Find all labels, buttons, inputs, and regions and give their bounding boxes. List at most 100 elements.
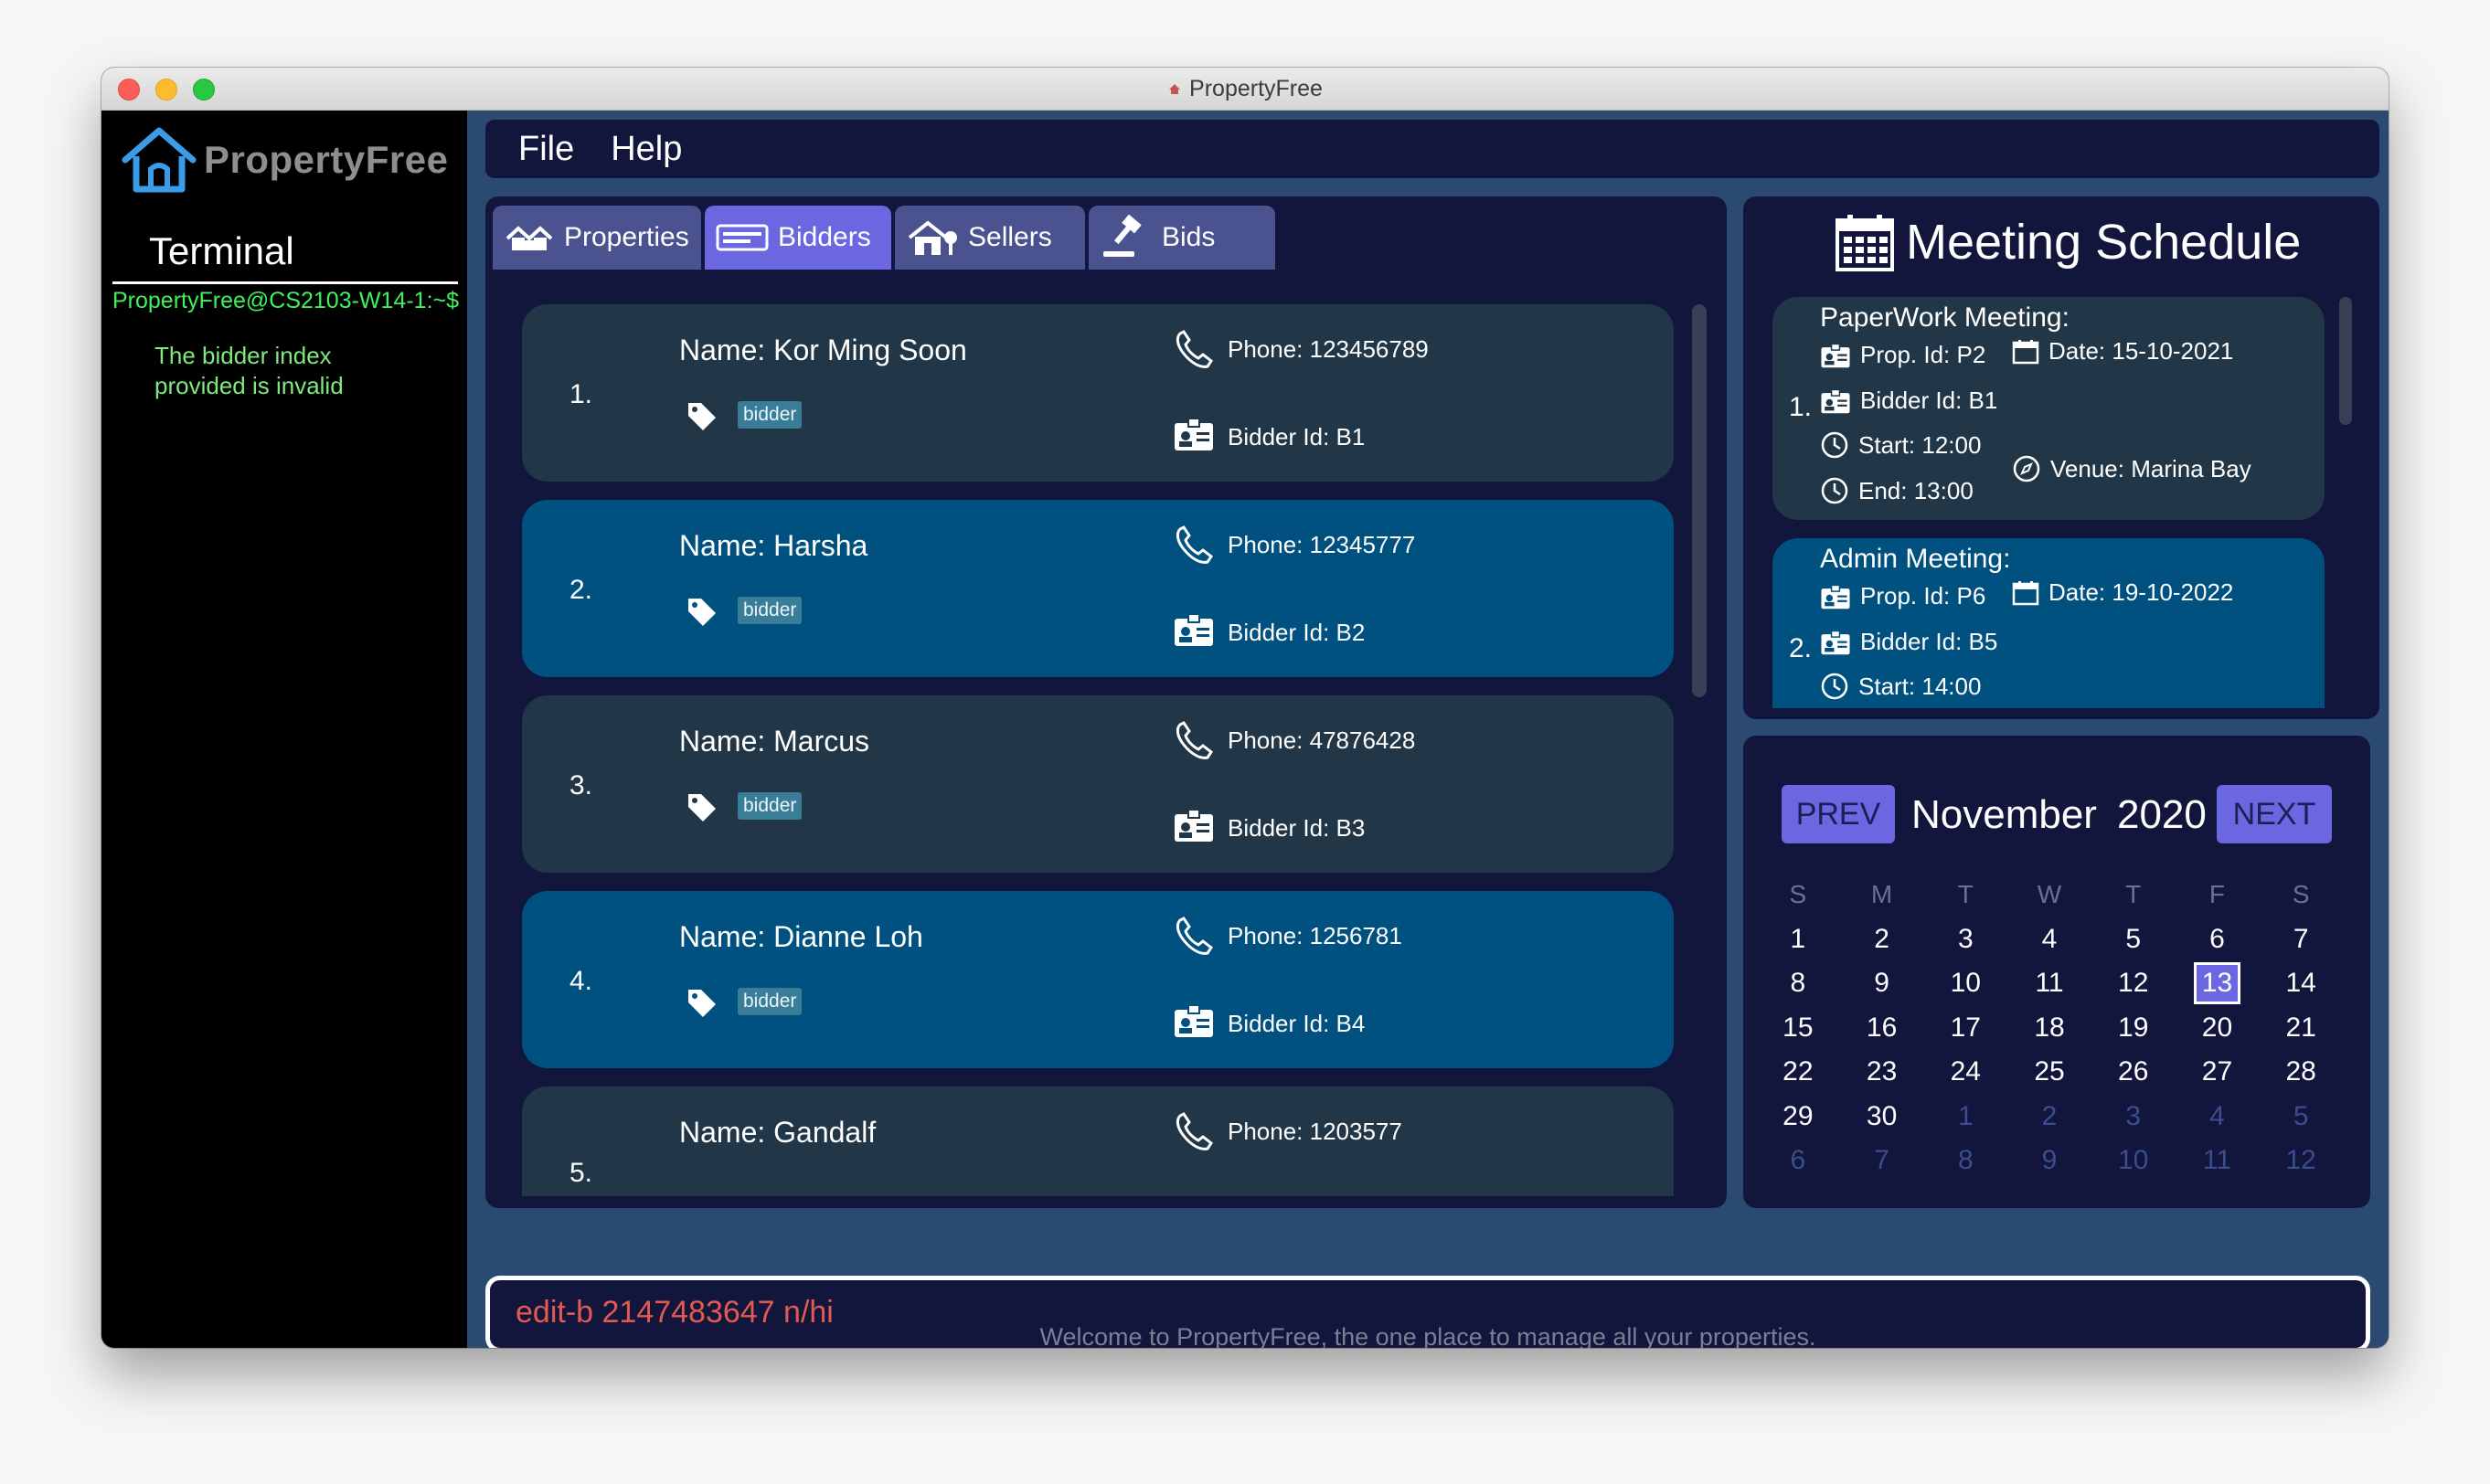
tab-properties[interactable]: Properties — [493, 206, 701, 270]
meeting-venue: Venue: Marina Bay — [2012, 454, 2251, 483]
weekday-label: M — [1870, 880, 1893, 909]
meeting-prop-id-text: Prop. Id: P6 — [1860, 582, 1986, 610]
window-title-text: PropertyFree — [1189, 75, 1323, 101]
meeting-card[interactable]: Admin Meeting: 2. Prop. Id: P6 Date: 19-… — [1772, 538, 2325, 708]
calendar-day[interactable]: 22 — [1756, 1056, 1840, 1087]
weekday-label: F — [2208, 880, 2225, 909]
calendar-day-other-month[interactable]: 1 — [1923, 1101, 2007, 1132]
calendar-day[interactable]: 27 — [2176, 1056, 2260, 1087]
close-window-button[interactable] — [118, 79, 140, 101]
calendar-day[interactable]: 21 — [2259, 1012, 2343, 1044]
bidder-tag: bidder — [738, 597, 803, 624]
calendar-day-other-month[interactable]: 10 — [2091, 1145, 2176, 1176]
meeting-bidder-id: Bidder Id: B5 — [1820, 628, 1997, 656]
calendar-day[interactable]: 29 — [1756, 1101, 1840, 1132]
terminal-title: Terminal — [149, 229, 294, 272]
phone-icon — [1176, 1112, 1214, 1150]
calendar-day[interactable]: 30 — [1840, 1101, 1924, 1132]
meeting-list-scrollbar[interactable] — [2339, 297, 2352, 425]
calendar-day-other-month[interactable]: 3 — [2091, 1101, 2176, 1132]
calendar-day[interactable]: 6 — [2176, 924, 2260, 955]
calendar-day-today[interactable]: 13 — [2176, 962, 2260, 1005]
calendar-day[interactable]: 23 — [1840, 1056, 1924, 1087]
calendar-week: 15 16 17 18 19 20 21 — [1756, 1006, 2343, 1051]
bidder-list-scrollbar[interactable] — [1692, 304, 1707, 697]
window-controls — [118, 79, 215, 101]
tag-icon — [688, 990, 716, 1017]
calendar-day[interactable]: 14 — [2259, 968, 2343, 999]
weekday-label: S — [2292, 880, 2310, 909]
calendar-day[interactable]: 18 — [2007, 1012, 2091, 1044]
calendar-day-other-month[interactable]: 12 — [2259, 1145, 2343, 1176]
calendar-grid: S M T W T F S 1 2 3 4 5 6 7 8 9 10 11 12… — [1756, 873, 2343, 1183]
calendar-day[interactable]: 12 — [2091, 968, 2176, 999]
calendar-day[interactable]: 25 — [2007, 1056, 2091, 1087]
bidder-list[interactable]: 1. Name: Kor Ming Soon bidder Phone: 123… — [522, 304, 1674, 1196]
window-title: PropertyFree — [1167, 76, 1323, 102]
calendar-day[interactable]: 9 — [1840, 968, 1924, 999]
calendar-day[interactable]: 7 — [2259, 924, 2343, 955]
calendar-day[interactable]: 28 — [2259, 1056, 2343, 1087]
next-month-button[interactable]: NEXT — [2217, 785, 2332, 843]
meeting-card[interactable]: PaperWork Meeting: 1. Prop. Id: P2 Date:… — [1772, 297, 2325, 520]
compass-icon — [2013, 455, 2040, 482]
calendar-day-other-month[interactable]: 4 — [2176, 1101, 2260, 1132]
terminal-message-line: The bidder index — [154, 342, 332, 369]
bidder-card[interactable]: 1. Name: Kor Ming Soon bidder Phone: 123… — [522, 304, 1674, 482]
prev-month-button[interactable]: PREV — [1782, 785, 1895, 843]
calendar-day[interactable]: 17 — [1923, 1012, 2007, 1044]
calendar-day[interactable]: 5 — [2091, 924, 2176, 955]
bidder-card[interactable]: 5. Name: Gandalf Phone: 1203577 — [522, 1086, 1674, 1196]
calendar-day[interactable]: 8 — [1756, 968, 1840, 999]
calendar-day[interactable]: 26 — [2091, 1056, 2176, 1087]
bidder-phone: Phone: 1256781 — [1228, 922, 1402, 949]
tab-sellers[interactable]: Sellers — [895, 206, 1085, 270]
calendar-day-other-month[interactable]: 2 — [2007, 1101, 2091, 1132]
meeting-index: 1. — [1789, 392, 1813, 422]
calendar-day[interactable]: 20 — [2176, 1012, 2260, 1044]
minimize-window-button[interactable] — [155, 79, 177, 101]
calendar-day-other-month[interactable]: 11 — [2176, 1145, 2260, 1176]
menu-help[interactable]: Help — [611, 130, 682, 169]
weekday-label: T — [1957, 880, 1974, 909]
meeting-start: Start: 12:00 — [1820, 430, 1981, 460]
app-icon — [1169, 84, 1181, 94]
tab-label: Bids — [1162, 222, 1216, 252]
calendar-day-other-month[interactable]: 5 — [2259, 1101, 2343, 1132]
phone-icon — [1176, 330, 1214, 368]
meeting-start: Start: 14:00 — [1820, 672, 1981, 701]
calendar-day[interactable]: 19 — [2091, 1012, 2176, 1044]
bidder-card[interactable]: 2. Name: Harsha bidder Phone: 12345777 B… — [522, 500, 1674, 677]
calendar-day-other-month[interactable]: 7 — [1840, 1145, 1924, 1176]
calendar-day[interactable]: 1 — [1756, 924, 1840, 955]
meeting-list[interactable]: PaperWork Meeting: 1. Prop. Id: P2 Date:… — [1772, 297, 2325, 708]
clock-icon — [1821, 431, 1848, 459]
calendar-week: 22 23 24 25 26 27 28 — [1756, 1050, 2343, 1095]
tab-bids[interactable]: Bids — [1089, 206, 1275, 270]
calendar-day[interactable]: 24 — [1923, 1056, 2007, 1087]
bidder-card[interactable]: 4. Name: Dianne Loh bidder Phone: 125678… — [522, 891, 1674, 1068]
meeting-title-text: Meeting Schedule — [1906, 215, 2302, 270]
clock-icon — [1821, 477, 1848, 504]
calendar-day[interactable]: 15 — [1756, 1012, 1840, 1044]
calendar-day-other-month[interactable]: 9 — [2007, 1145, 2091, 1176]
bidder-tag: bidder — [738, 401, 803, 429]
calendar-week: 29 30 1 2 3 4 5 — [1756, 1095, 2343, 1140]
calendar-day[interactable]: 11 — [2007, 968, 2091, 999]
maximize-window-button[interactable] — [193, 79, 215, 101]
calendar-day[interactable]: 4 — [2007, 924, 2091, 955]
menu-file[interactable]: File — [518, 130, 574, 169]
calendar-day[interactable]: 16 — [1840, 1012, 1924, 1044]
calendar-day[interactable]: 3 — [1923, 924, 2007, 955]
calendar-day[interactable]: 2 — [1840, 924, 1924, 955]
meeting-end: End: 13:00 — [1820, 476, 1974, 505]
bidder-card[interactable]: 3. Name: Marcus bidder Phone: 47876428 B… — [522, 695, 1674, 873]
tab-bidders[interactable]: Bidders — [705, 206, 891, 270]
calendar-day-other-month[interactable]: 8 — [1923, 1145, 2007, 1176]
bidder-name: Name: Marcus — [679, 725, 870, 758]
weekday-label: T — [2125, 880, 2142, 909]
calendar-month: November — [1911, 792, 2097, 837]
calendar-day-other-month[interactable]: 6 — [1756, 1145, 1840, 1176]
calendar-day[interactable]: 10 — [1923, 968, 2007, 999]
meeting-date-text: Date: 19-10-2022 — [2048, 578, 2234, 606]
